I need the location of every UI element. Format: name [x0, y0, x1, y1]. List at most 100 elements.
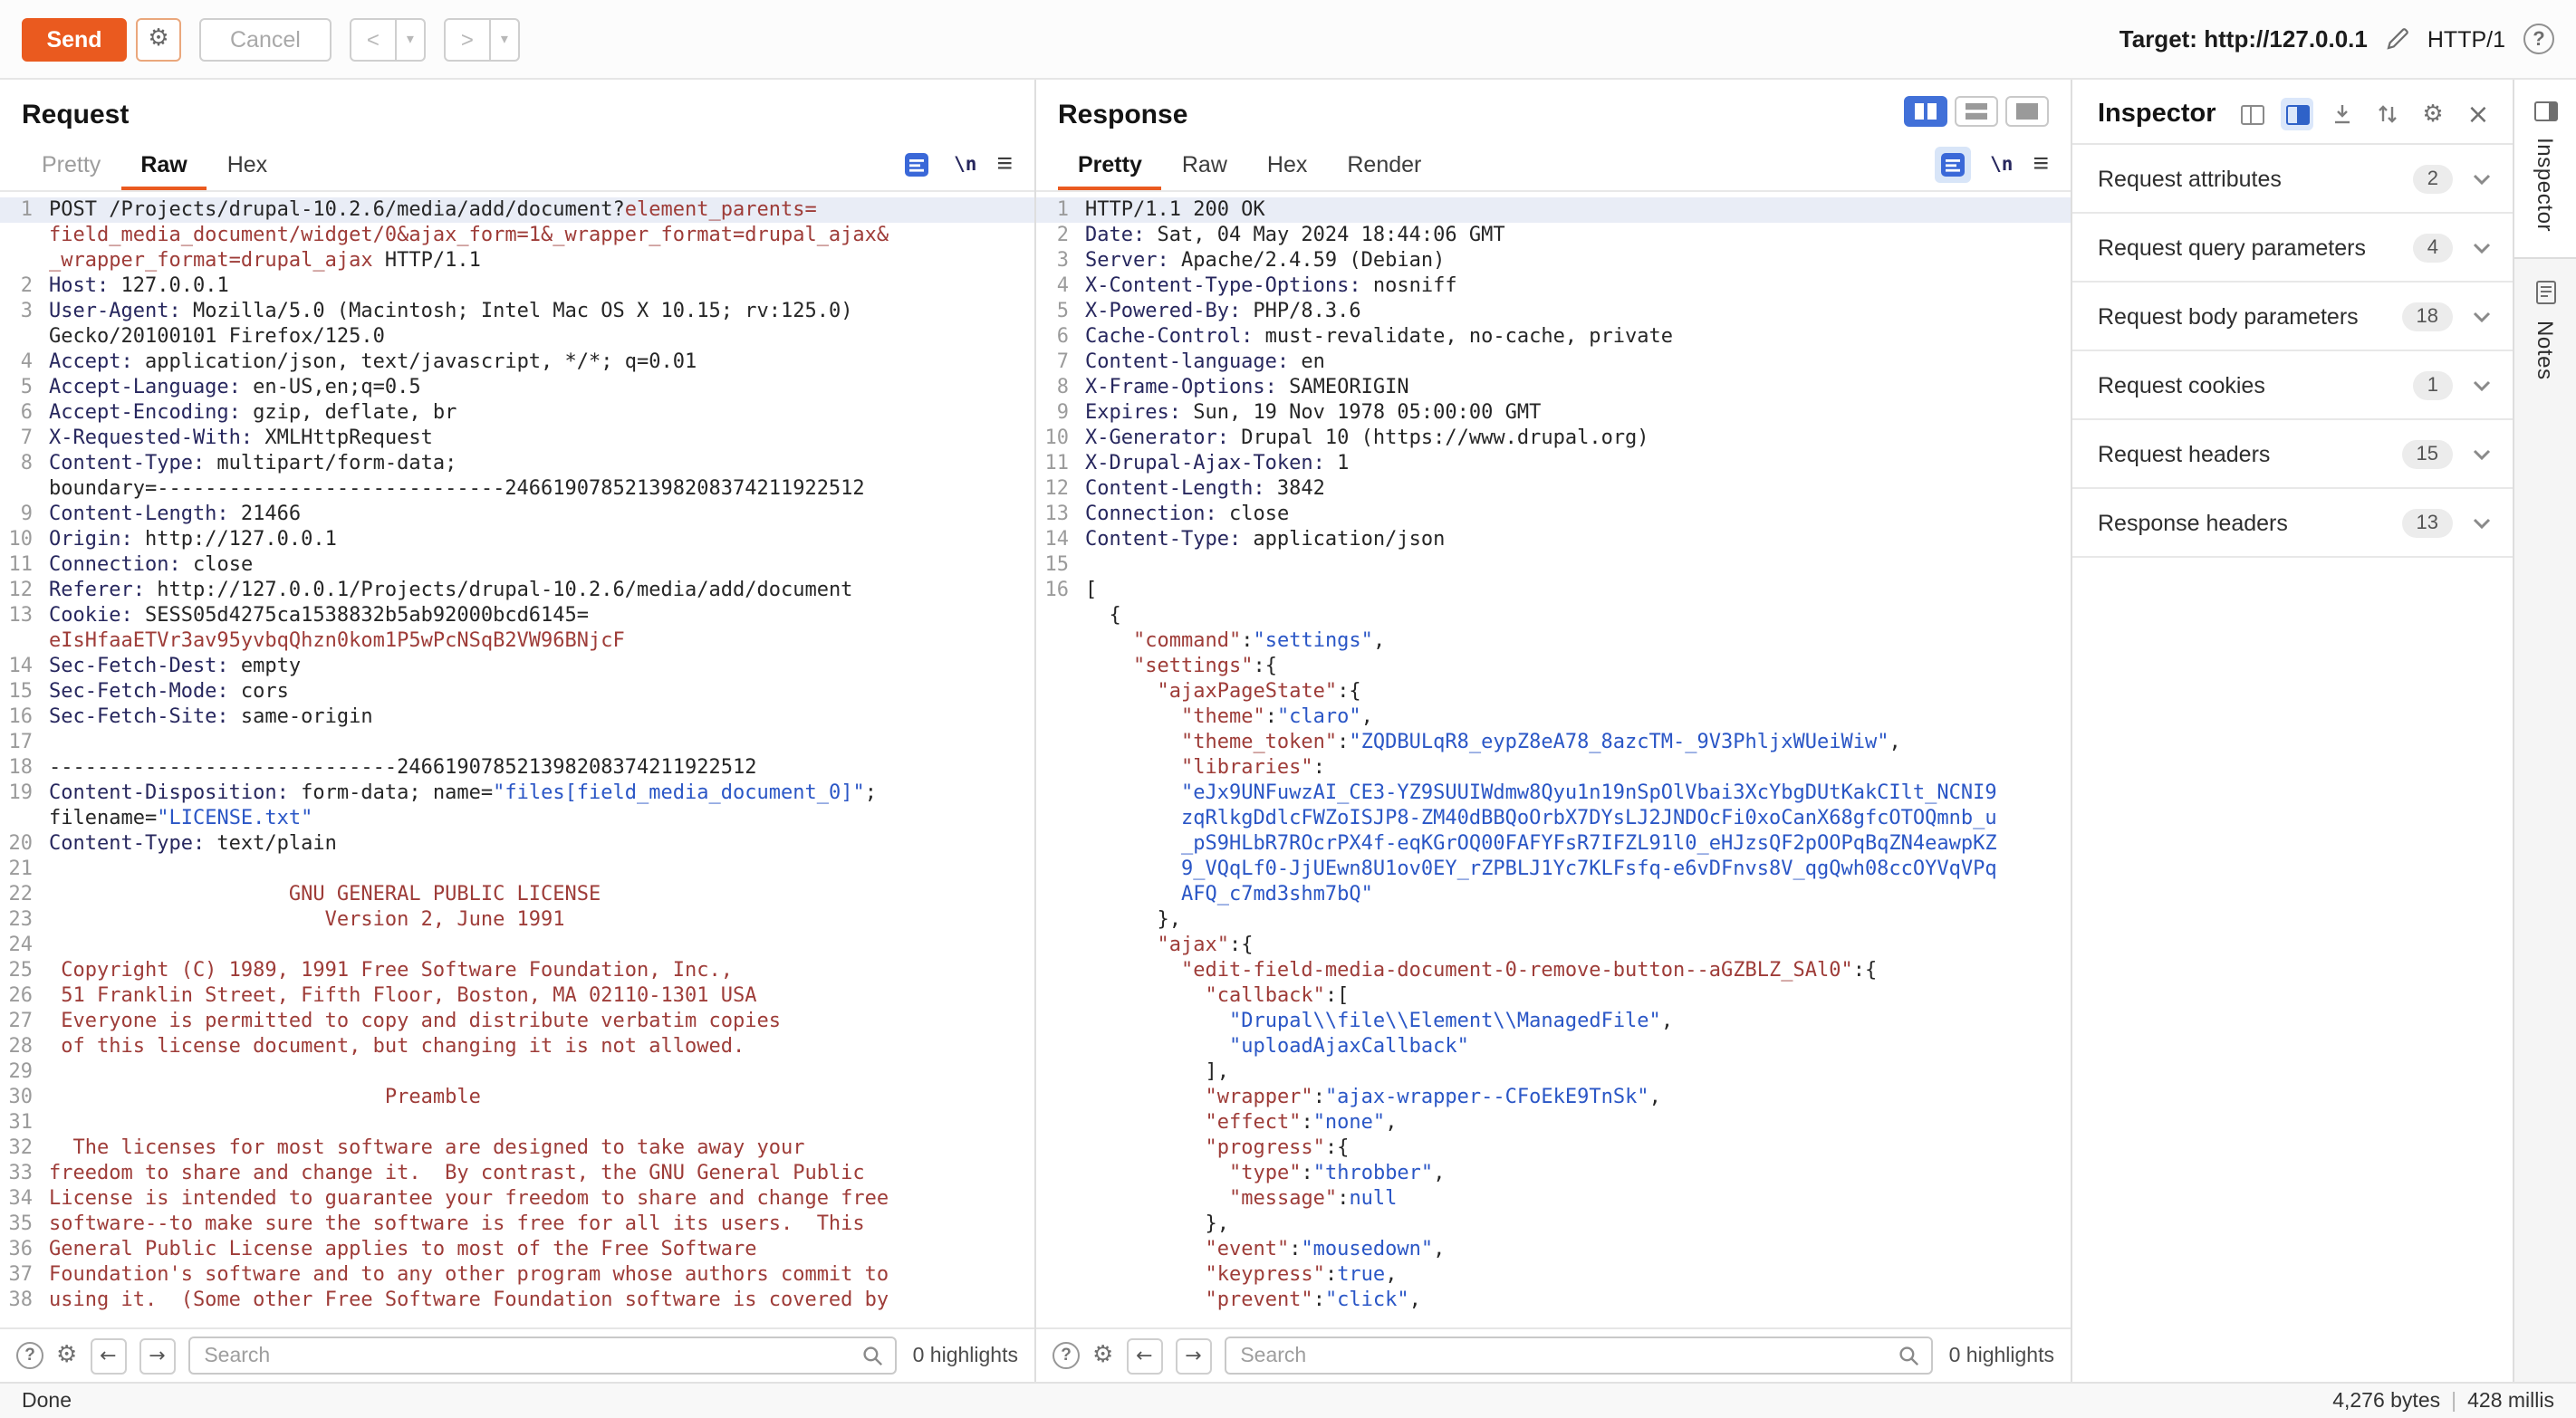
editor-line: 12Content-Length: 3842: [1036, 476, 2071, 502]
tab-hex[interactable]: Hex: [207, 138, 287, 190]
editor-line: "message":null: [1036, 1186, 2071, 1212]
chevron-down-icon: ▾: [501, 31, 508, 47]
editor-line: 17: [0, 730, 1034, 755]
response-panel-header: Response: [1036, 80, 2071, 138]
cancel-button[interactable]: Cancel: [199, 17, 332, 61]
request-search-input[interactable]: [187, 1337, 896, 1375]
inspector-section-request-body-parameters[interactable]: Request body parameters18: [2072, 283, 2513, 351]
response-editor-icons: \n ≡: [1934, 146, 2049, 182]
editor-line: 31: [0, 1110, 1034, 1135]
editor-line: 22 GNU GENERAL PUBLIC LICENSE: [0, 882, 1034, 907]
newline-toggle-icon[interactable]: \n: [1990, 153, 2013, 175]
send-button[interactable]: Send: [22, 17, 127, 61]
help-icon[interactable]: ?: [2523, 24, 2554, 54]
inspector-panel: Inspector ⚙ ×: [2072, 80, 2514, 1382]
inspector-header: Inspector ⚙ ×: [2072, 80, 2513, 143]
layout-single-button[interactable]: [2005, 96, 2049, 127]
history-back-dropdown-button[interactable]: ▾: [395, 17, 426, 61]
editor-line: "edit-field-media-document-0-remove-butt…: [1036, 958, 2071, 983]
chevron-down-icon: [2473, 379, 2491, 390]
inspector-section-label: Request cookies: [2098, 372, 2413, 398]
tab-raw[interactable]: Raw: [120, 138, 207, 190]
tab-pretty[interactable]: Pretty: [22, 138, 120, 190]
inspector-layout-left-icon[interactable]: [2235, 98, 2268, 130]
request-panel-header: Request: [0, 80, 1034, 138]
pretty-print-icon[interactable]: [1934, 146, 1970, 182]
tab-pretty[interactable]: Pretty: [1058, 138, 1162, 190]
search-help-icon[interactable]: ?: [16, 1342, 43, 1369]
editor-line: 30 Preamble: [0, 1085, 1034, 1110]
editor-line: 18-----------------------------246619078…: [0, 755, 1034, 781]
inspector-section-request-attributes[interactable]: Request attributes2: [2072, 145, 2513, 214]
editor-line: "theme":"claro",: [1036, 704, 2071, 730]
search-field-wrap: [187, 1337, 896, 1375]
inspector-close-icon[interactable]: ×: [2462, 98, 2494, 130]
inspector-section-response-headers[interactable]: Response headers13: [2072, 489, 2513, 558]
editor-line: Gecko/20100101 Firefox/125.0: [0, 324, 1034, 350]
editor-line: 15Sec-Fetch-Mode: cors: [0, 679, 1034, 704]
response-tabs-row: PrettyRawHexRender \n ≡: [1036, 138, 2071, 192]
edit-target-icon[interactable]: [2386, 27, 2409, 51]
history-forward-dropdown-button[interactable]: ▾: [489, 17, 520, 61]
response-editor[interactable]: 1HTTP/1.1 200 OK2Date: Sat, 04 May 2024 …: [1036, 192, 2071, 1327]
layout-rows-button[interactable]: [1955, 96, 1998, 127]
view-layout-toggles: [1904, 96, 2049, 127]
editor-line: "libraries":: [1036, 755, 2071, 781]
inspector-tab-icon: [2533, 101, 2557, 121]
editor-line: 24: [0, 933, 1034, 958]
inspector-settings-icon[interactable]: ⚙: [2417, 98, 2449, 130]
editor-line: 4Accept: application/json, text/javascri…: [0, 350, 1034, 375]
search-settings-icon[interactable]: ⚙: [56, 1344, 77, 1367]
request-editor[interactable]: 1POST /Projects/drupal-10.2.6/media/add/…: [0, 192, 1034, 1327]
search-prev-button[interactable]: ←: [90, 1337, 126, 1374]
inspector-section-request-query-parameters[interactable]: Request query parameters4: [2072, 214, 2513, 283]
search-prev-button[interactable]: ←: [1126, 1337, 1162, 1374]
response-search-input[interactable]: [1224, 1337, 1932, 1375]
editor-line: 37Foundation's software and to any other…: [0, 1262, 1034, 1288]
side-tab-inspector[interactable]: Inspector: [2514, 80, 2576, 257]
side-tab-notes[interactable]: Notes: [2514, 259, 2576, 406]
history-back-button[interactable]: <: [350, 17, 397, 61]
editor-line: _wrapper_format=drupal_ajax HTTP/1.1: [0, 248, 1034, 273]
search-next-button[interactable]: →: [1175, 1337, 1211, 1374]
http-version-label[interactable]: HTTP/1: [2427, 26, 2505, 52]
editor-line: 19Content-Disposition: form-data; name="…: [0, 781, 1034, 806]
layout-columns-button[interactable]: [1904, 96, 1947, 127]
editor-line: 7Content-language: en: [1036, 350, 2071, 375]
collapse-all-icon[interactable]: [2326, 98, 2359, 130]
inspector-section-request-cookies[interactable]: Request cookies1: [2072, 351, 2513, 420]
editor-line: "settings":{: [1036, 654, 2071, 679]
response-tabs: PrettyRawHexRender: [1058, 138, 1441, 190]
chevron-down-icon: [2473, 242, 2491, 253]
search-next-button[interactable]: →: [139, 1337, 175, 1374]
editor-line: 16Sec-Fetch-Site: same-origin: [0, 704, 1034, 730]
history-forward-button[interactable]: >: [444, 17, 491, 61]
response-highlights-count: 0 highlights: [1949, 1345, 2054, 1366]
editor-line: "event":"mousedown",: [1036, 1237, 2071, 1262]
inspector-section-request-headers[interactable]: Request headers15: [2072, 420, 2513, 489]
editor-line: },: [1036, 907, 2071, 933]
count-badge: 2: [2413, 164, 2453, 193]
toolbar-right: Target: http://127.0.0.1 HTTP/1 ?: [2119, 24, 2554, 54]
tab-raw[interactable]: Raw: [1162, 138, 1247, 190]
tab-render[interactable]: Render: [1327, 138, 1441, 190]
editor-menu-icon[interactable]: ≡: [996, 150, 1013, 177]
editor-line: 25 Copyright (C) 1989, 1991 Free Softwar…: [0, 958, 1034, 983]
inspector-layout-right-icon[interactable]: [2281, 98, 2313, 130]
pretty-print-icon[interactable]: [898, 146, 934, 182]
editor-menu-icon[interactable]: ≡: [2033, 150, 2049, 177]
count-badge: 18: [2402, 302, 2454, 331]
tab-hex[interactable]: Hex: [1247, 138, 1327, 190]
newline-toggle-icon[interactable]: \n: [954, 153, 976, 175]
inspector-section-label: Response headers: [2098, 510, 2402, 535]
count-badge: 4: [2413, 233, 2453, 262]
count-badge: 15: [2402, 439, 2454, 468]
editor-line: 9Content-Length: 21466: [0, 502, 1034, 527]
send-settings-button[interactable]: ⚙: [136, 17, 181, 61]
search-help-icon[interactable]: ?: [1053, 1342, 1080, 1369]
editor-line: 13Connection: close: [1036, 502, 2071, 527]
search-settings-icon[interactable]: ⚙: [1092, 1344, 1113, 1367]
response-panel: Response PrettyRawHexRender: [1036, 80, 2072, 1382]
expand-all-icon[interactable]: [2371, 98, 2404, 130]
inspector-header-icons: ⚙ ×: [2235, 98, 2494, 130]
